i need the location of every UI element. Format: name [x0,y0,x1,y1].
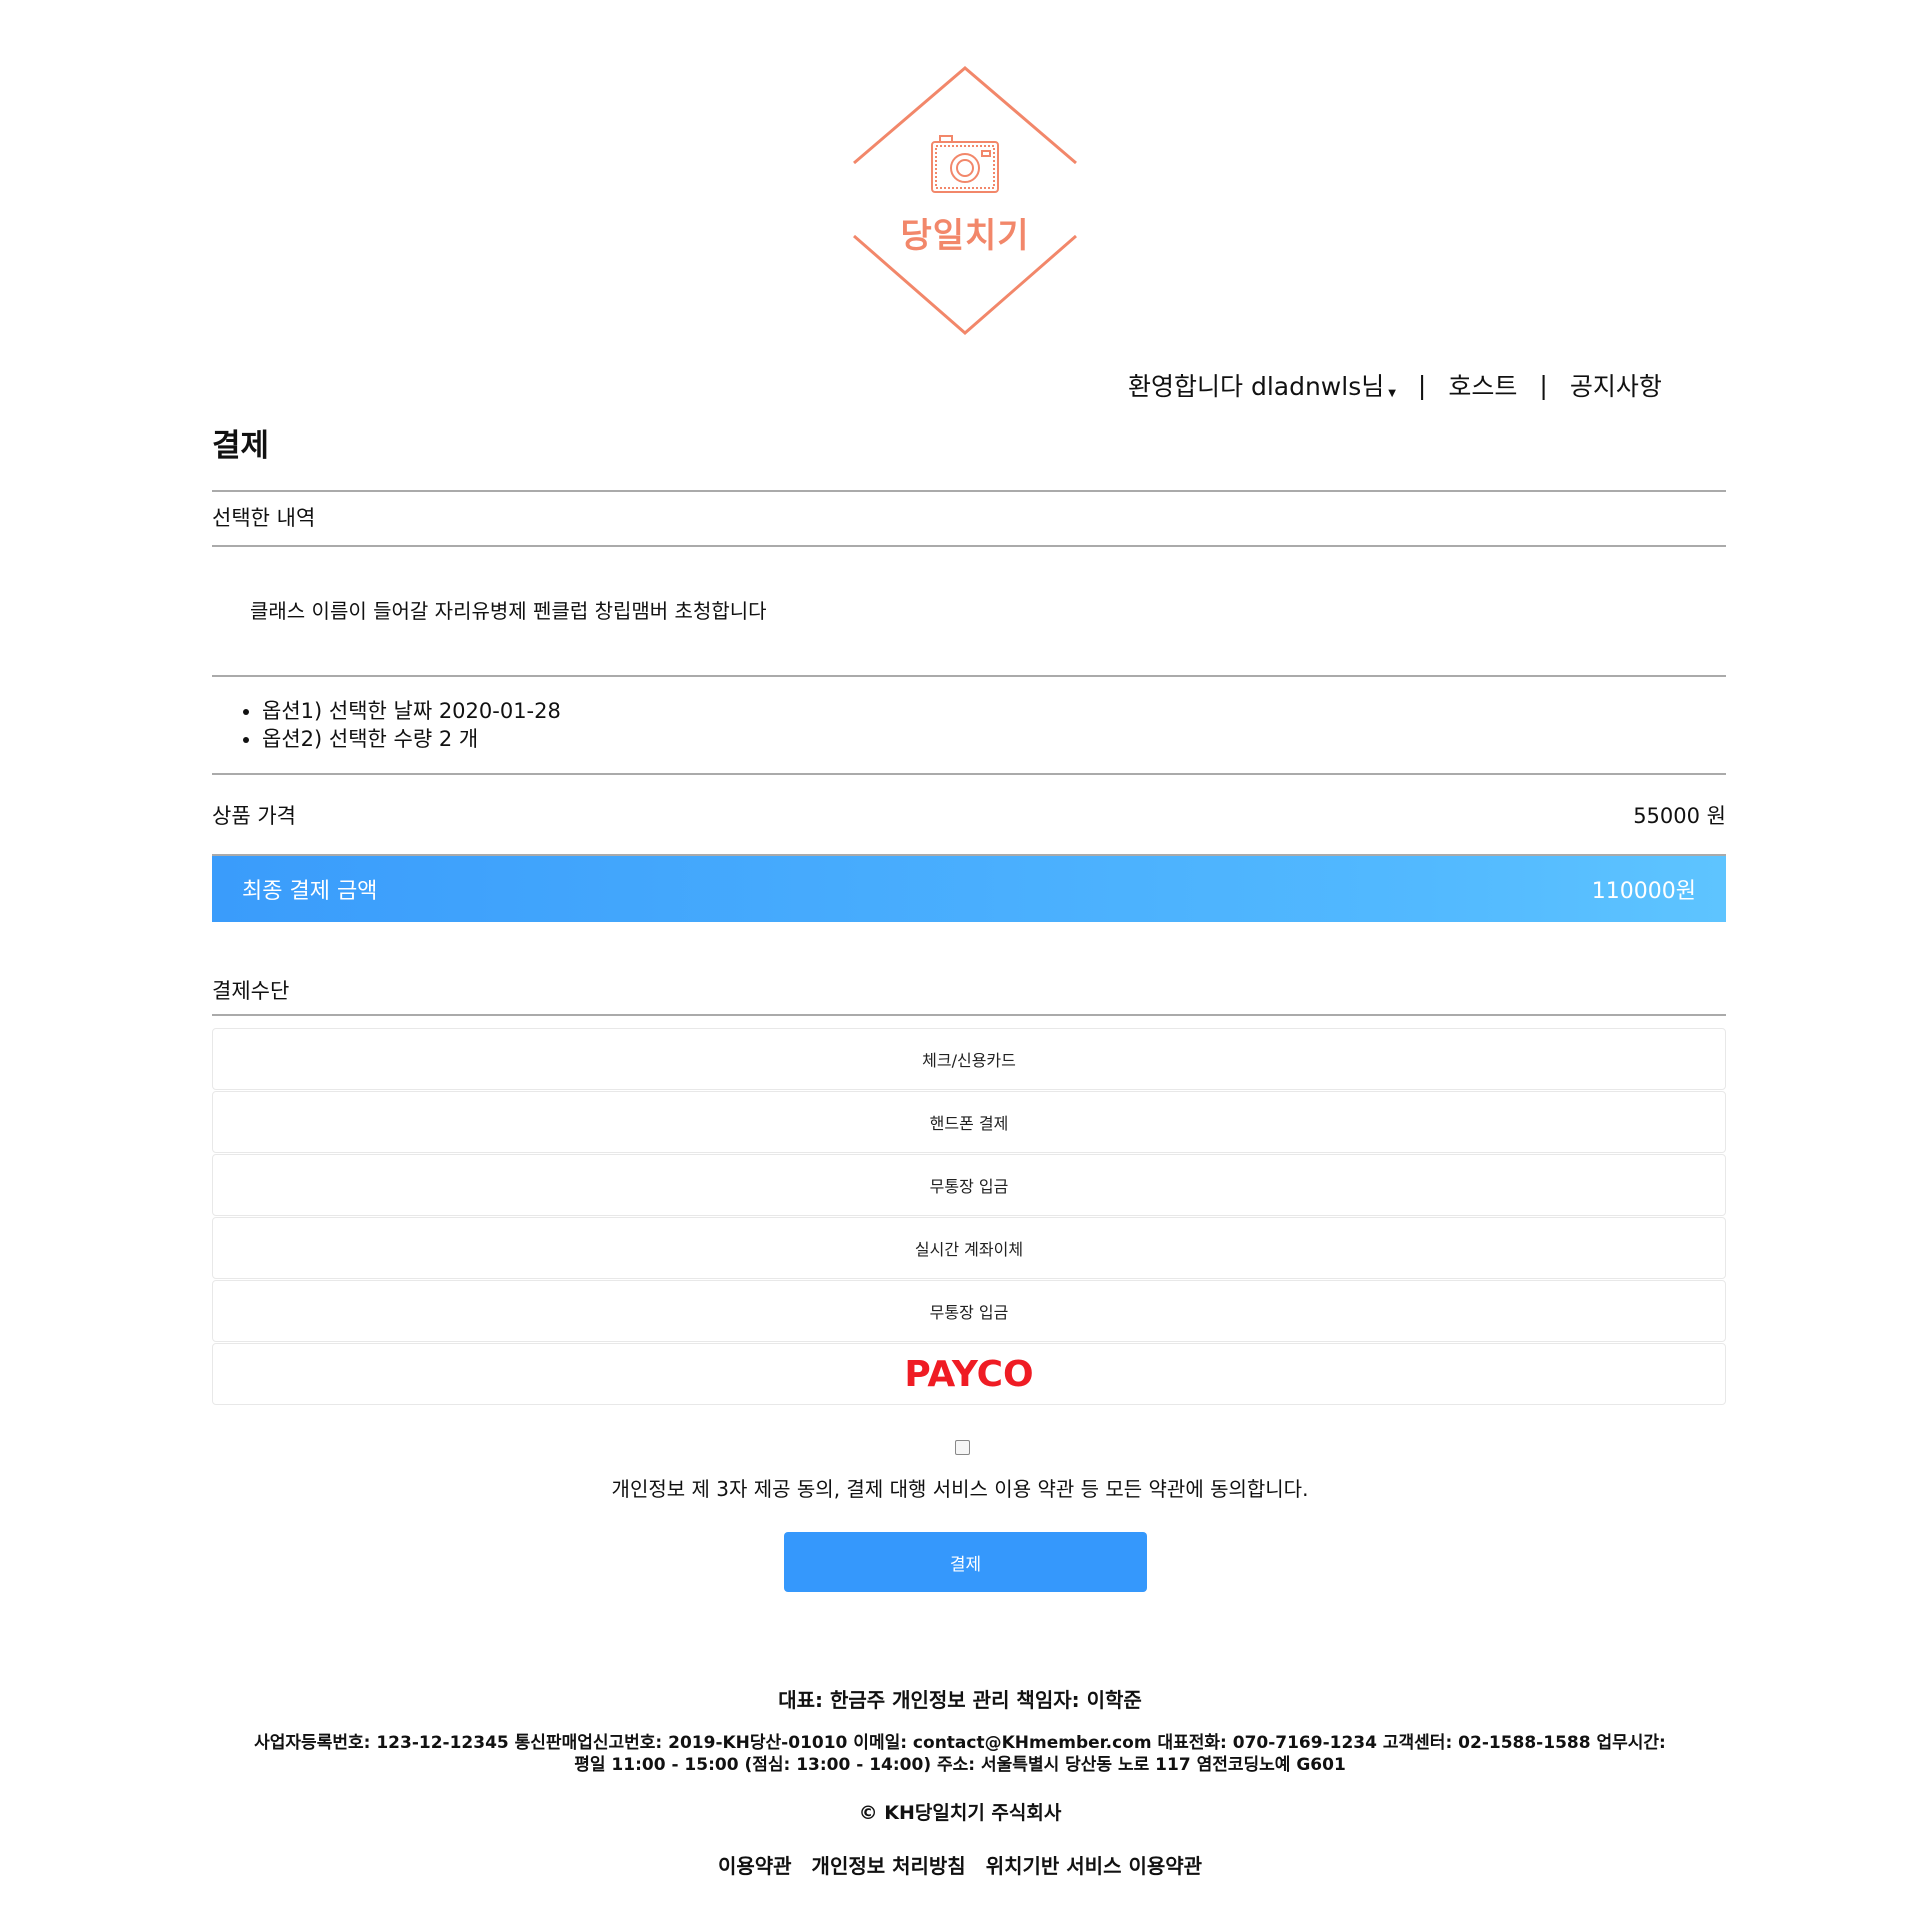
option-item: 옵션2) 선택한 수량 2 개 [262,725,1726,753]
location-terms-link[interactable]: 위치기반 서비스 이용약관 [986,1850,1202,1879]
payment-method-list: 체크/신용카드 핸드폰 결제 무통장 입금 실시간 계좌이체 무통장 입금 PA… [212,1028,1726,1405]
method-phone-button[interactable]: 핸드폰 결제 [212,1091,1726,1153]
footer-business-info: 사업자등록번호: 123-12-12345 통신판매업신고번호: 2019-KH… [254,1733,1666,1775]
top-nav: 환영합니다 dladnwls님 ▼ | 호스트 | 공지사항 [1128,365,1662,405]
method-payco-button[interactable]: PAYCO [212,1343,1726,1405]
nav-separator: | [1417,370,1427,400]
pay-button[interactable]: 결제 [784,1532,1147,1592]
divider [212,1014,1726,1016]
footer-links: 이용약관 개인정보 처리방침 위치기반 서비스 이용약관 [0,1850,1920,1879]
agree-section: 개인정보 제 3자 제공 동의, 결제 대행 서비스 이용 약관 등 모든 약관… [0,1440,1920,1502]
price-row: 상품 가격 55000 원 [212,775,1726,854]
footer-copyright: © KH당일치기 주식회사 [858,1802,1062,1824]
logo[interactable]: 당일치기 [840,58,1090,343]
price-label: 상품 가격 [212,803,296,828]
terms-link[interactable]: 이용약관 [718,1850,792,1879]
class-name: 클래스 이름이 들어갈 자리유병제 펜클럽 창립맴버 초청합니다 [250,599,767,623]
payment-container: 결제 선택한 내역 클래스 이름이 들어갈 자리유병제 펜클럽 창립맴버 초청합… [212,415,1726,1406]
selected-label: 선택한 내역 [212,506,316,530]
method-bank-deposit-button[interactable]: 무통장 입금 [212,1280,1726,1342]
nav-separator: | [1539,370,1548,400]
host-link[interactable]: 호스트 [1448,367,1517,403]
logo-text: 당일치기 [900,216,1030,256]
camera-icon [931,135,999,193]
method-card-button[interactable]: 체크/신용카드 [212,1028,1726,1090]
price-value: 55000 원 [1633,803,1726,828]
privacy-link[interactable]: 개인정보 처리방침 [812,1850,966,1879]
logo-diamond [853,66,1077,335]
footer: 대표: 한금주 개인정보 관리 책임자: 이학준 사업자등록번호: 123-12… [0,1680,1920,1879]
notice-link[interactable]: 공지사항 [1570,367,1662,403]
option-item: 옵션1) 선택한 날짜 2020-01-28 [262,697,1726,725]
footer-representative: 대표: 한금주 개인정보 관리 책임자: 이학준 [778,1688,1142,1712]
final-value: 110000원 [1591,879,1696,904]
agree-checkbox[interactable] [955,1440,970,1455]
method-bank-deposit-button[interactable]: 무통장 입금 [212,1154,1726,1216]
final-label: 최종 결제 금액 [242,879,378,904]
option-list: 옵션1) 선택한 날짜 2020-01-28 옵션2) 선택한 수량 2 개 [212,677,1726,773]
page-title: 결제 [212,428,270,464]
welcome-text: 환영합니다 dladnwls님 [1128,372,1385,401]
user-menu[interactable]: 환영합니다 dladnwls님 ▼ [1128,367,1396,403]
caret-down-icon: ▼ [1388,388,1396,399]
payco-logo: PAYCO [904,1353,1034,1395]
final-amount-bar: 최종 결제 금액 110000원 [212,856,1726,922]
payment-method-label: 결제수단 [212,979,290,1003]
method-transfer-button[interactable]: 실시간 계좌이체 [212,1217,1726,1279]
agree-text: 개인정보 제 3자 제공 동의, 결제 대행 서비스 이용 약관 등 모든 약관… [611,1477,1309,1501]
